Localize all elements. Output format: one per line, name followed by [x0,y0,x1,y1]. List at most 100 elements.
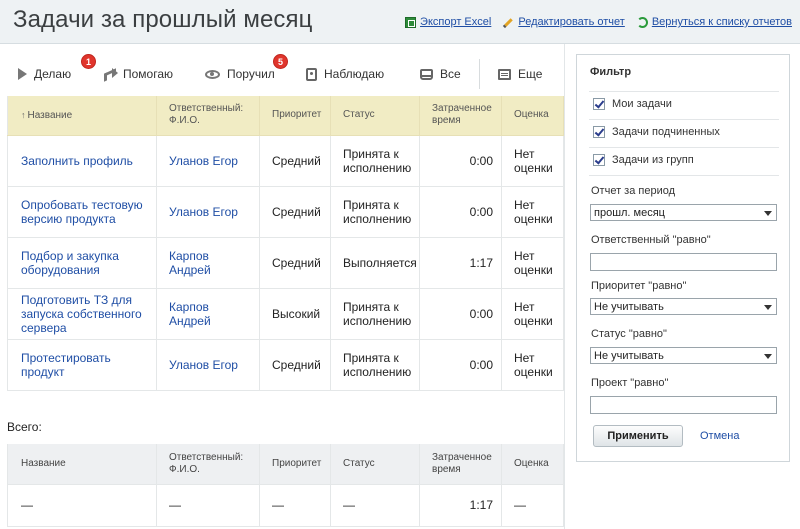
sort-arrow-icon: ↑ [21,109,26,120]
tasks-table: ↑ Название Ответственный: Ф.И.О. Приорите… [7,96,564,391]
responsible-link[interactable]: Карпов Андрей [156,288,260,340]
project-input[interactable] [590,396,777,414]
task-role-tabs: Делаю 1 Помогаю Поручил 5 Наблюдаю Все Е… [8,54,563,92]
totals-header-row: Название Ответственный: Ф.И.О. Приоритет… [7,444,564,485]
subordinate-tasks-label: Задачи подчиненных [612,126,720,138]
totals-priority-cell: — [259,484,331,527]
responsible-link[interactable]: Уланов Егор [156,339,260,391]
contact-book-icon [306,67,317,81]
status-label: Статус "равно" [591,328,667,340]
group-tasks-checkbox[interactable] [593,154,605,166]
task-name-link[interactable]: Протестировать продукт [7,339,157,391]
priority-cell: Средний [259,237,331,289]
cancel-link[interactable]: Отмена [700,430,739,442]
status-cell: Выполняется [330,237,420,289]
apply-button[interactable]: Применить [593,425,683,447]
edit-report-label: Редактировать отчет [518,16,625,28]
tab-assigned[interactable]: Поручил 5 [205,54,288,92]
column-header-name[interactable]: ↑ Название [7,96,157,136]
filter-divider [589,175,779,176]
filter-divider [589,91,779,92]
page-title: Задачи за прошлый месяц [13,6,313,33]
back-arrow-icon [636,16,648,28]
tab-watching-label: Наблюдаю [324,67,385,81]
responsible-link[interactable]: Карпов Андрей [156,237,260,289]
column-header-status[interactable]: Статус [330,96,420,136]
filter-group-tasks[interactable]: Задачи из групп [593,154,694,166]
priority-cell: Средний [259,339,331,391]
priority-cell: Средний [259,135,331,187]
column-header-responsible[interactable]: Ответственный: Ф.И.О. [156,96,260,136]
tab-more[interactable]: Еще [498,56,542,92]
table-row: Протестировать продукт Уланов Егор Средн… [7,339,564,391]
chevron-down-icon [764,305,772,310]
time-cell: 0:00 [419,288,502,340]
subordinate-tasks-checkbox[interactable] [593,126,605,138]
totals-column-responsible: Ответственный: Ф.И.О. [156,444,260,485]
tab-helping-label: Помогаю [123,67,174,81]
status-cell: Принята к исполнению [330,186,420,238]
table-row: Опробовать тестовую версию продукта Улан… [7,186,564,238]
column-header-priority[interactable]: Приоритет [259,96,331,136]
totals-person-cell: — [156,484,260,527]
tab-watching[interactable]: Наблюдаю [306,56,384,92]
tab-assigned-label: Поручил [227,67,275,81]
time-cell: 1:17 [419,237,502,289]
project-label: Проект "равно" [591,377,669,389]
tab-helping[interactable]: Помогаю [104,56,173,92]
totals-time-cell: 1:17 [419,484,502,527]
my-tasks-checkbox[interactable] [593,98,605,110]
status-select[interactable]: Не учитывать [590,347,777,364]
priority-cell: Высокий [259,288,331,340]
filter-my-tasks[interactable]: Мои задачи [593,98,672,110]
header-links: Экспорт Excel Редактировать отчет Вернут… [405,16,792,28]
tab-more-label: Еще [518,67,543,81]
time-cell: 0:00 [419,339,502,391]
task-name-link[interactable]: Подбор и закупка оборудования [7,237,157,289]
column-header-time[interactable]: Затраченное время [419,96,502,136]
responsible-link[interactable]: Уланов Егор [156,135,260,187]
tab-all[interactable]: Все [420,56,461,92]
time-cell: 0:00 [419,135,502,187]
export-excel-link[interactable]: Экспорт Excel [405,16,491,28]
task-name-link[interactable]: Опробовать тестовую версию продукта [7,186,157,238]
back-to-reports-link[interactable]: Вернуться к списку отчетов [636,16,792,28]
rating-cell: Нет оценки [501,186,564,238]
tab-doing[interactable]: Делаю 1 [18,54,96,92]
totals-name-cell: — [7,484,157,527]
totals-column-name: Название [7,444,157,485]
period-select[interactable]: прошл. месяц [590,204,777,221]
priority-select[interactable]: Не учитывать [590,298,777,315]
totals-rating-cell: — [501,484,564,527]
totals-column-rating: Оценка [501,444,564,485]
export-excel-label: Экспорт Excel [420,16,492,28]
priority-label: Приоритет "равно" [591,280,687,292]
chevron-down-icon [764,211,772,216]
status-select-value: Не учитывать [594,350,664,362]
filter-title: Фильтр [590,66,632,78]
totals-label: Всего: [7,420,42,434]
column-header-name-label: Название [27,109,73,121]
table-row: Заполнить профиль Уланов Егор Средний Пр… [7,135,564,187]
page-header: Задачи за прошлый месяц Экспорт Excel Ре… [0,0,800,44]
arrow-right-icon [104,68,118,80]
responsible-input[interactable] [590,253,777,271]
filter-subordinate-tasks[interactable]: Задачи подчиненных [593,126,720,138]
chevron-down-icon [764,354,772,359]
back-to-reports-label: Вернуться к списку отчетов [651,16,792,28]
report-content: Делаю 1 Помогаю Поручил 5 Наблюдаю Все Е… [0,44,565,529]
edit-report-link[interactable]: Редактировать отчет [503,16,624,28]
inbox-icon [420,68,433,80]
eye-icon [205,69,220,79]
play-icon [18,68,27,80]
tab-all-label: Все [440,67,461,81]
responsible-label: Ответственный "равно" [591,234,711,246]
list-icon [498,68,511,80]
totals-table: Название Ответственный: Ф.И.О. Приоритет… [7,444,564,527]
responsible-link[interactable]: Уланов Егор [156,186,260,238]
column-header-rating[interactable]: Оценка [501,96,564,136]
task-name-link[interactable]: Подготовить ТЗ для запуска собственного … [7,288,157,340]
rating-cell: Нет оценки [501,135,564,187]
task-name-link[interactable]: Заполнить профиль [7,135,157,187]
filter-panel: Фильтр Мои задачи Задачи подчиненных Зад… [576,54,790,462]
